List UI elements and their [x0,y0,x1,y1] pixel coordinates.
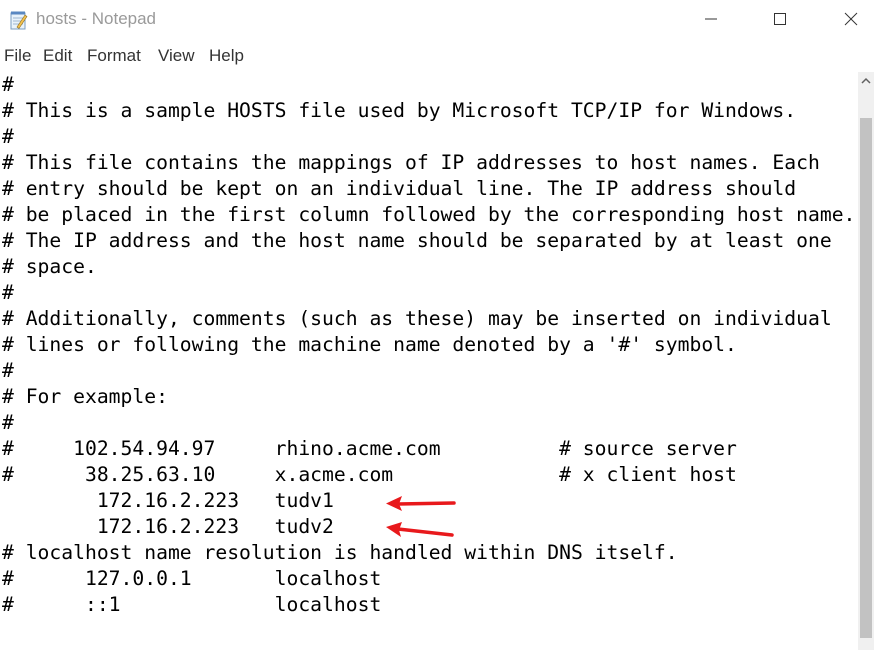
text-line-tudv1: 172.16.2.223 tudv1 [2,489,334,512]
text-line: # [2,411,14,434]
vertical-scrollbar[interactable] [858,72,874,650]
text-line: # Additionally, comments (such as these)… [2,307,832,330]
text-line: # [2,73,14,96]
text-line: # localhost name resolution is handled w… [2,541,678,564]
text-line: # be placed in the first column followed… [2,203,856,226]
text-line: # For example: [2,385,168,408]
menu-view[interactable]: View [158,46,195,66]
red-arrow-icon [386,496,456,511]
maximize-button[interactable] [757,0,803,38]
text-line: # 102.54.94.97 rhino.acme.com # source s… [2,437,737,460]
close-button[interactable] [828,0,874,38]
scrollbar-thumb[interactable] [860,118,872,638]
text-line: # [2,281,14,304]
notepad-app-icon [10,11,28,30]
menu-bar: File Edit Format View Help [0,41,874,71]
window-title: hosts - Notepad [36,9,157,28]
text-line: # [2,125,14,148]
text-editor[interactable]: # # This is a sample HOSTS file used by … [0,72,858,650]
red-arrow-icon [386,522,454,537]
text-line: # The IP address and the host name shoul… [2,229,832,252]
text-line: # 38.25.63.10 x.acme.com # x client host [2,463,737,486]
text-line: # entry should be kept on an individual … [2,177,797,200]
text-line: # This is a sample HOSTS file used by Mi… [2,99,797,122]
chevron-up-icon [861,77,871,84]
text-line-tudv2: 172.16.2.223 tudv2 [2,515,334,538]
text-line: # lines or following the machine name de… [2,333,737,356]
text-line: # ::1 localhost [2,593,382,616]
menu-help[interactable]: Help [209,46,244,66]
scroll-up-button[interactable] [858,72,874,90]
maximize-icon [774,13,786,25]
menu-edit[interactable]: Edit [43,46,72,66]
text-line: # [2,359,14,382]
text-line: # space. [2,255,97,278]
title-bar[interactable]: hosts - Notepad [0,0,874,40]
minimize-button[interactable] [688,0,734,38]
menu-file[interactable]: File [4,46,31,66]
minimize-icon [705,18,717,20]
close-icon [844,12,858,26]
menu-format[interactable]: Format [87,46,141,66]
text-line: # This file contains the mappings of IP … [2,151,820,174]
text-line: # 127.0.0.1 localhost [2,567,382,590]
